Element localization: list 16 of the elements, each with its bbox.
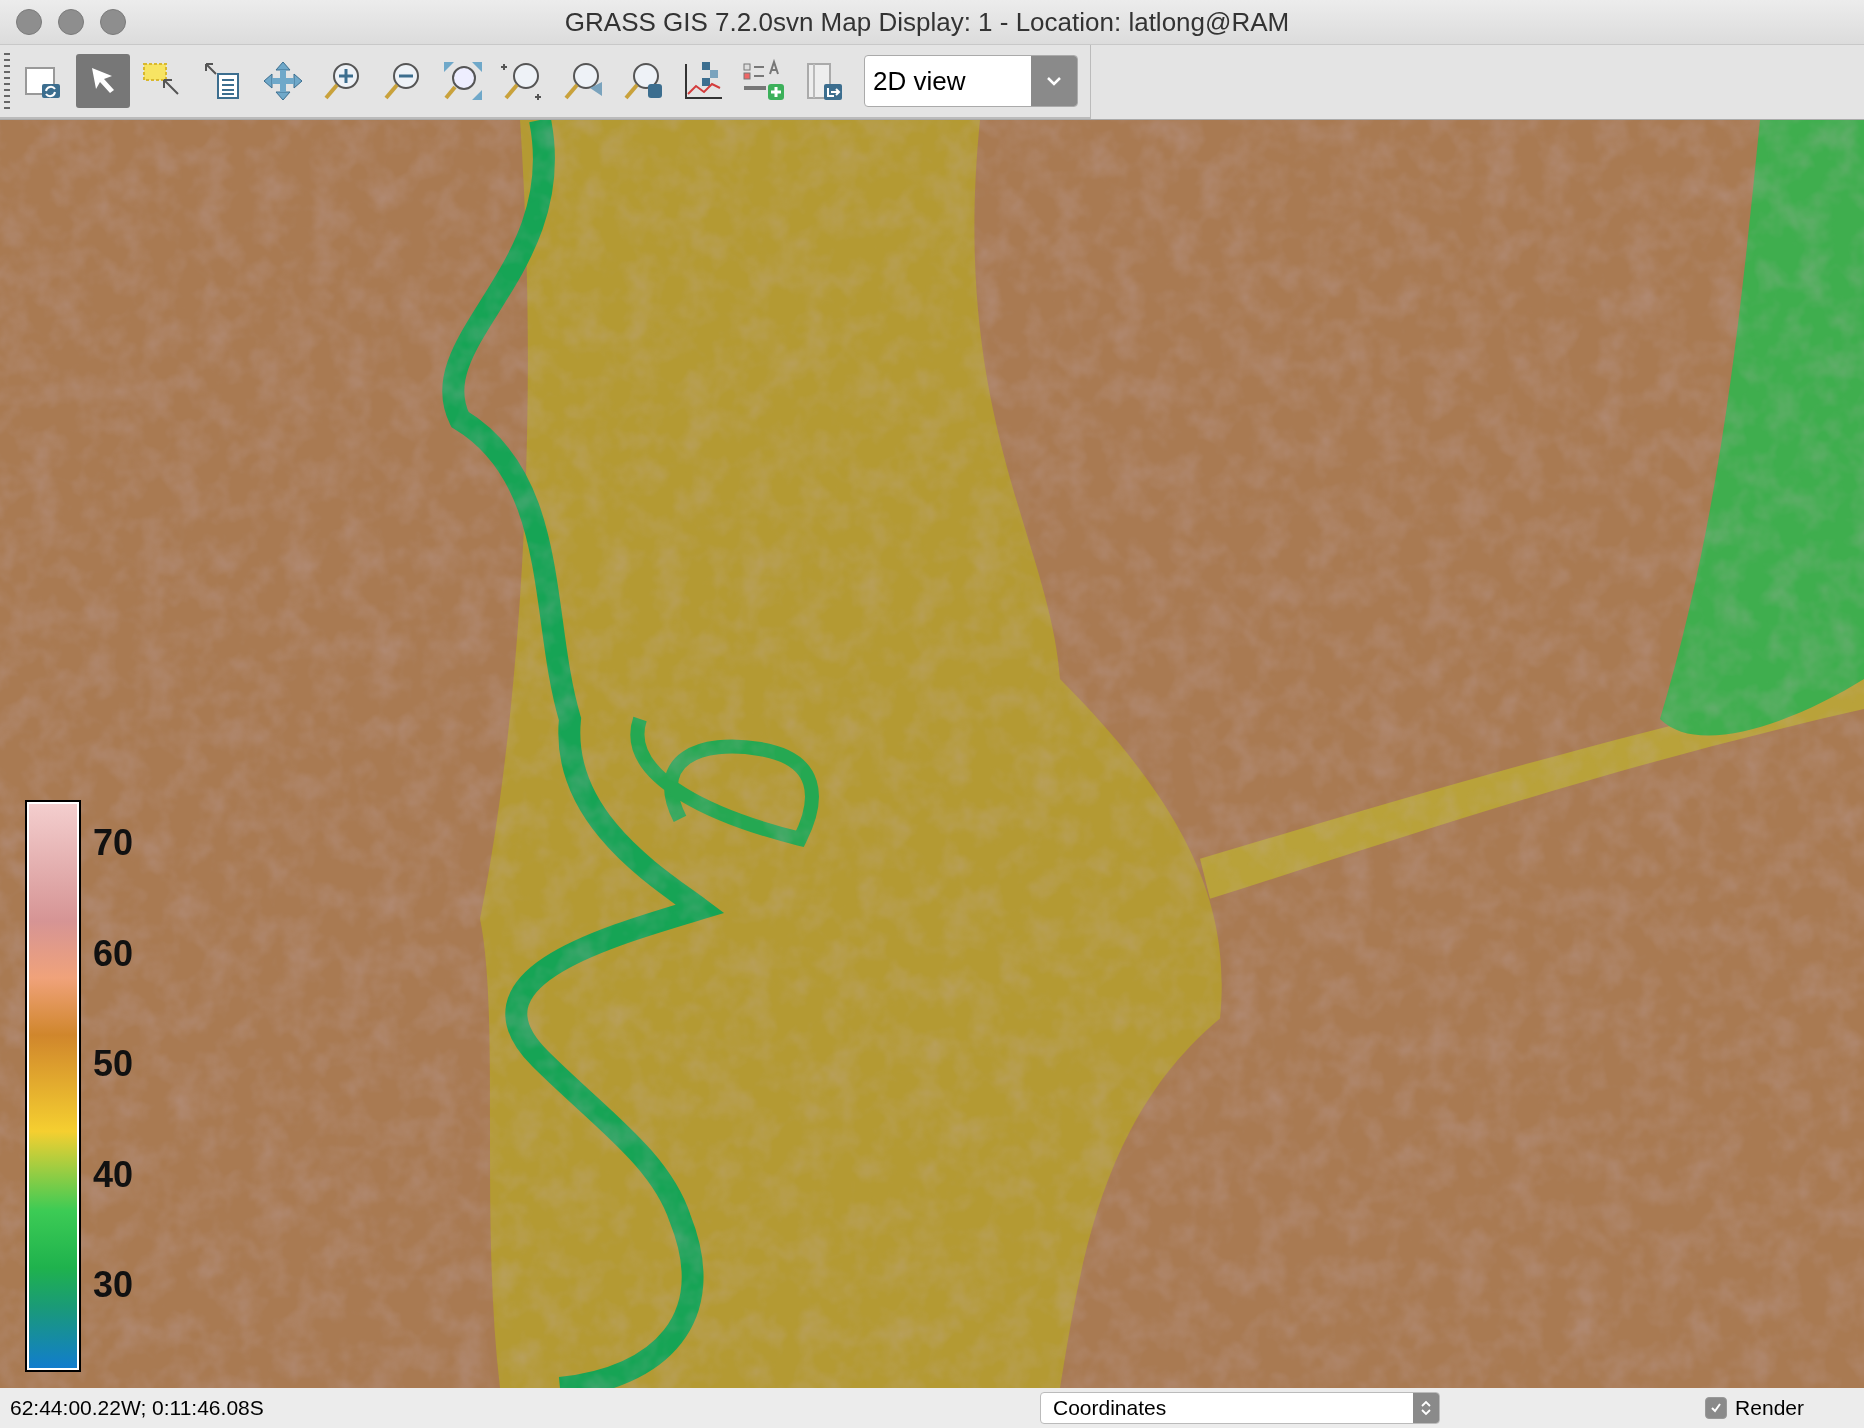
- pointer-tool-button[interactable]: [76, 54, 130, 108]
- coordinates-readout: 62:44:00.22W; 0:11:46.08S: [9, 1396, 265, 1420]
- legend-label: 30: [93, 1264, 134, 1306]
- legend-label: 40: [93, 1153, 134, 1196]
- view-mode-dropdown[interactable]: 2D view: [864, 55, 1078, 107]
- zoom-button[interactable]: [100, 9, 126, 35]
- legend-label: 60: [93, 932, 134, 975]
- legend-label: 50: [93, 1043, 134, 1085]
- close-button[interactable]: [16, 9, 42, 35]
- display-mode-select[interactable]: Coordinates: [1040, 1392, 1440, 1424]
- window-title: GRASS GIS 7.2.0svn Map Display: 1 - Location: latlong@RAM: [563, 6, 1291, 38]
- chevron-down-icon: [1046, 76, 1062, 86]
- minimize-button[interactable]: [58, 9, 84, 35]
- up-down-arrows-icon: [1420, 1399, 1432, 1417]
- render-checkbox[interactable]: Render: [1705, 1396, 1804, 1420]
- legend-label: 70: [93, 822, 134, 864]
